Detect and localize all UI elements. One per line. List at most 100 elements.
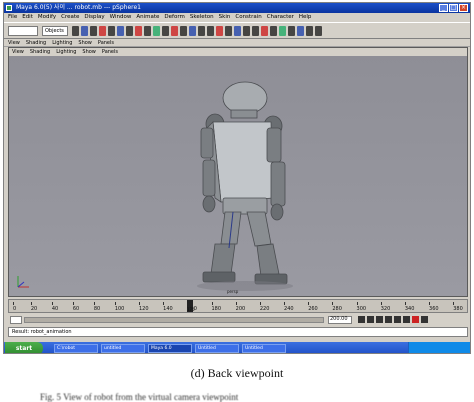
go-end-icon[interactable] bbox=[403, 316, 410, 323]
time-tick-label: 60 bbox=[72, 302, 79, 312]
four-view-icon[interactable] bbox=[306, 26, 313, 36]
maximize-button[interactable]: □ bbox=[449, 4, 458, 12]
render-icon[interactable] bbox=[180, 26, 187, 36]
task-item-untitled[interactable]: untitled bbox=[101, 344, 145, 353]
robot-head bbox=[222, 81, 268, 115]
menu-window[interactable]: Window bbox=[110, 13, 132, 22]
time-tick-label: 280 bbox=[332, 302, 342, 312]
perspective-viewport[interactable]: View Shading Lighting Show Panels persp bbox=[8, 47, 468, 297]
task-item-untitled-2[interactable]: Untitled bbox=[195, 344, 239, 353]
hypershade-icon[interactable] bbox=[261, 26, 268, 36]
time-tick-label: 180 bbox=[211, 302, 221, 312]
camera-label: persp bbox=[227, 289, 239, 294]
step-back-icon[interactable] bbox=[367, 316, 374, 323]
render-globals-icon[interactable] bbox=[198, 26, 205, 36]
panel-menu-shading[interactable]: Shading bbox=[26, 39, 46, 46]
auto-key-icon[interactable] bbox=[412, 316, 419, 323]
ipr-render-icon[interactable] bbox=[189, 26, 196, 36]
tool-settings-icon[interactable] bbox=[225, 26, 232, 36]
vp-menu-lighting[interactable]: Lighting bbox=[56, 48, 76, 56]
panel-menu-view[interactable]: View bbox=[8, 39, 20, 46]
menu-character[interactable]: Character bbox=[267, 13, 294, 22]
move-tool-icon[interactable] bbox=[99, 26, 106, 36]
panel-layout-icon[interactable] bbox=[297, 26, 304, 36]
panel-menu-bar: View Shading Lighting Show Panels bbox=[4, 39, 470, 47]
robot-right-thigh bbox=[246, 211, 272, 247]
single-view-icon[interactable] bbox=[315, 26, 322, 36]
robot-scene bbox=[197, 81, 293, 291]
start-button[interactable]: start bbox=[5, 342, 43, 353]
menu-modify[interactable]: Modify bbox=[38, 13, 56, 22]
object-selector[interactable]: Objects bbox=[42, 26, 68, 36]
layer-editor-icon[interactable] bbox=[234, 26, 241, 36]
menu-create[interactable]: Create bbox=[61, 13, 79, 22]
menu-display[interactable]: Display bbox=[84, 13, 104, 22]
history-icon[interactable] bbox=[171, 26, 178, 36]
rotate-tool-icon[interactable] bbox=[108, 26, 115, 36]
start-time-field[interactable] bbox=[10, 316, 22, 324]
snap-grid-icon[interactable] bbox=[135, 26, 142, 36]
time-tick-label: 100 bbox=[114, 302, 124, 312]
range-slider-bar: 200.00 bbox=[8, 314, 468, 326]
command-line[interactable]: Result: robot_animation bbox=[8, 327, 468, 337]
menu-skeleton[interactable]: Skeleton bbox=[190, 13, 214, 22]
vp-menu-shading[interactable]: Shading bbox=[30, 48, 50, 56]
snap-plane-icon[interactable] bbox=[162, 26, 169, 36]
graph-editor-icon[interactable] bbox=[252, 26, 259, 36]
close-button[interactable]: × bbox=[459, 4, 468, 12]
vp-menu-show[interactable]: Show bbox=[82, 48, 96, 56]
minimize-button[interactable]: _ bbox=[439, 4, 448, 12]
scale-tool-icon[interactable] bbox=[117, 26, 124, 36]
task-item-untitled-3[interactable]: Untitled bbox=[242, 344, 286, 353]
vp-menu-panels[interactable]: Panels bbox=[102, 48, 118, 56]
time-tick-label: 120 bbox=[138, 302, 149, 312]
menu-file[interactable]: File bbox=[8, 13, 17, 22]
panel-menu-show[interactable]: Show bbox=[78, 39, 92, 46]
robot-left-hand bbox=[202, 195, 216, 213]
menu-constrain[interactable]: Constrain bbox=[235, 13, 261, 22]
channel-box-icon[interactable] bbox=[207, 26, 214, 36]
snap-curve-icon[interactable] bbox=[144, 26, 151, 36]
task-item-explorer[interactable]: C:\robot bbox=[54, 344, 98, 353]
time-tick-label: 40 bbox=[51, 302, 58, 312]
time-tick-label: 220 bbox=[259, 302, 269, 312]
step-forward-icon[interactable] bbox=[394, 316, 401, 323]
maya-window: Maya 6.0(5) 사이 ... robot.mb --- pSphere1… bbox=[3, 2, 471, 354]
robot-left-upper-arm bbox=[200, 127, 214, 159]
time-slider[interactable]: 0204060801001201401601802002202402602803… bbox=[8, 299, 468, 313]
panel-menu-panels[interactable]: Panels bbox=[98, 39, 114, 46]
lasso-tool-icon[interactable] bbox=[81, 26, 88, 36]
menu-deform[interactable]: Deform bbox=[164, 13, 184, 22]
time-tick-label: 200 bbox=[235, 302, 245, 312]
menu-animate[interactable]: Animate bbox=[136, 13, 159, 22]
play-back-icon[interactable] bbox=[376, 316, 383, 323]
robot-left-forearm bbox=[202, 159, 216, 197]
panel-menu-lighting[interactable]: Lighting bbox=[52, 39, 72, 46]
menu-bar: File Edit Modify Create Display Window A… bbox=[4, 13, 470, 22]
axis-gizmo-icon bbox=[17, 276, 29, 288]
menu-edit[interactable]: Edit bbox=[22, 13, 33, 22]
window-controls: _ □ × bbox=[439, 4, 468, 12]
paint-tool-icon[interactable] bbox=[90, 26, 97, 36]
menu-skin[interactable]: Skin bbox=[219, 13, 231, 22]
dope-sheet-icon[interactable] bbox=[279, 26, 286, 36]
menu-help[interactable]: Help bbox=[299, 13, 312, 22]
snap-point-icon[interactable] bbox=[153, 26, 160, 36]
outliner-icon[interactable] bbox=[243, 26, 250, 36]
range-slider[interactable] bbox=[24, 317, 324, 323]
go-start-icon[interactable] bbox=[358, 316, 365, 323]
window-title: Maya 6.0(5) 사이 ... robot.mb --- pSphere1 bbox=[16, 4, 141, 11]
trax-icon[interactable] bbox=[270, 26, 277, 36]
script-editor-icon[interactable] bbox=[288, 26, 295, 36]
time-tick-label: 0 bbox=[13, 302, 16, 312]
attribute-editor-icon[interactable] bbox=[216, 26, 223, 36]
select-tool-icon[interactable] bbox=[72, 26, 79, 36]
vp-menu-view[interactable]: View bbox=[12, 48, 24, 56]
play-forward-icon[interactable] bbox=[385, 316, 392, 323]
anim-prefs-icon[interactable] bbox=[421, 316, 428, 323]
time-tick-label: 340 bbox=[404, 302, 414, 312]
mode-selector[interactable] bbox=[8, 26, 38, 36]
manipulator-icon[interactable] bbox=[126, 26, 133, 36]
task-item-maya[interactable]: Maya 6.0 bbox=[148, 344, 192, 353]
time-tick-label: 300 bbox=[356, 302, 366, 312]
